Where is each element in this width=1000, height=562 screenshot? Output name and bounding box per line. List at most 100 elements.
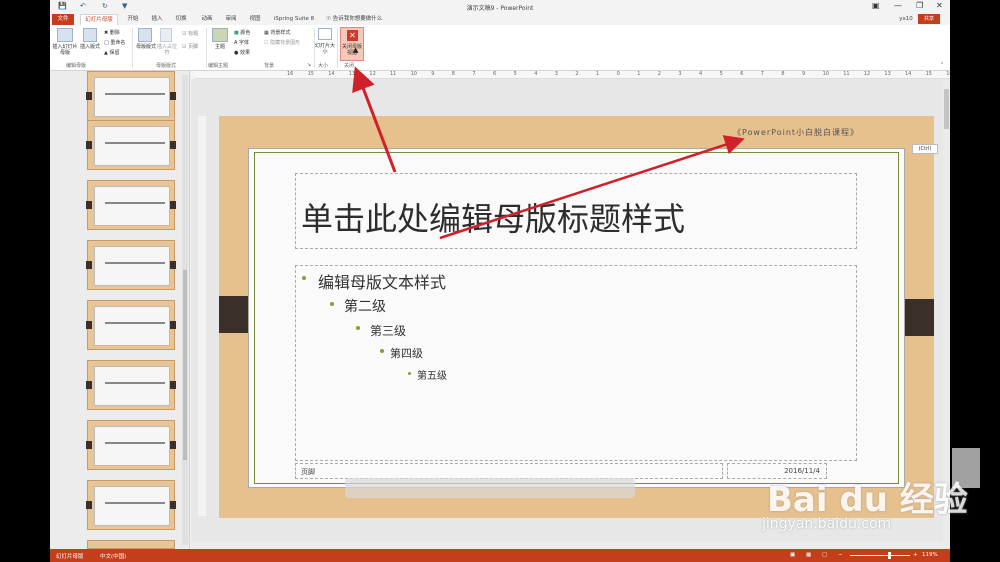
close-master-view-button[interactable]: ✕ 关闭母版视图 bbox=[340, 27, 364, 61]
insert-layout-button[interactable]: 插入版式 bbox=[79, 44, 101, 50]
tab-slide-master[interactable]: 幻灯片母版 bbox=[80, 14, 118, 25]
title-checkbox[interactable]: ☑ 标题 bbox=[182, 31, 198, 37]
ruler-tick-label: 7 bbox=[760, 71, 764, 77]
zoom-in-icon[interactable]: + bbox=[913, 552, 918, 558]
sorter-view-icon[interactable]: ▦ bbox=[806, 552, 811, 558]
ruler-tick-label: 5 bbox=[719, 71, 723, 77]
date-placeholder[interactable]: 2016/11/4 bbox=[727, 463, 827, 479]
thumbnail-line bbox=[105, 142, 165, 144]
tab-insert[interactable]: 插入 bbox=[146, 14, 168, 25]
collapse-ribbon-icon[interactable]: ⌃ bbox=[940, 62, 944, 68]
insert-layout-icon[interactable] bbox=[83, 28, 97, 42]
window-title: 演示文稿9 - PowerPoint bbox=[466, 5, 534, 12]
body-placeholder[interactable]: 编辑母版文本样式 第二级 第三级 第四级 第五级 bbox=[295, 265, 857, 461]
thumbnail-line bbox=[105, 93, 165, 95]
background-styles-label: 背景样式 bbox=[270, 30, 291, 36]
restore-icon[interactable]: ❐ bbox=[916, 1, 923, 10]
zoom-slider-thumb[interactable] bbox=[888, 552, 891, 559]
slide-watermark-text: 《PowerPoint小白脱白课程》 bbox=[733, 128, 860, 137]
themes-icon[interactable] bbox=[212, 28, 228, 42]
footer-checkbox[interactable]: ☑ 页脚 bbox=[182, 44, 198, 50]
insert-master-button[interactable]: 插入幻灯片母版 bbox=[52, 44, 78, 56]
status-language[interactable]: 中文(中国) bbox=[100, 552, 126, 560]
ruler-tick-label: 11 bbox=[843, 71, 850, 77]
scrollbar-thumb[interactable] bbox=[183, 270, 187, 460]
reading-view-icon[interactable]: ▢ bbox=[822, 552, 827, 558]
group-edit-theme: 编辑主题 bbox=[208, 63, 229, 69]
title-checkbox-label: 标题 bbox=[188, 31, 199, 37]
dialog-launcher-icon[interactable]: ↘ bbox=[307, 62, 311, 68]
paste-options-badge[interactable]: (Ctrl) bbox=[912, 144, 938, 154]
thumbnail-line bbox=[105, 502, 165, 504]
body-level-2[interactable]: 第二级 bbox=[344, 296, 386, 316]
slide-thumbnail[interactable] bbox=[86, 120, 176, 170]
tab-file[interactable]: 文件 bbox=[52, 14, 74, 25]
horizontal-scrollbar[interactable] bbox=[191, 541, 945, 549]
slide-size-icon[interactable] bbox=[318, 28, 332, 40]
close-icon[interactable]: ✕ bbox=[936, 1, 943, 10]
thumbnail-content bbox=[94, 366, 170, 406]
slide-thumbnail[interactable] bbox=[86, 180, 176, 230]
tab-review[interactable]: 审阅 bbox=[220, 14, 242, 25]
tab-view[interactable]: 视图 bbox=[244, 14, 266, 25]
preserve-button[interactable]: ▲ 保留 bbox=[104, 50, 119, 56]
group-size: 大小 bbox=[318, 63, 329, 69]
tab-animations[interactable]: 动画 bbox=[196, 14, 218, 25]
user-name[interactable]: yx10 bbox=[896, 14, 916, 25]
status-bar: 幻灯片母版 中文(中国) ▣ ▦ ▢ − + 119% bbox=[50, 549, 950, 562]
slide-thumbnail[interactable] bbox=[87, 540, 175, 549]
slide-thumbnail[interactable] bbox=[86, 480, 176, 530]
slide-thumbnail[interactable] bbox=[86, 300, 176, 350]
slide-thumbnail[interactable] bbox=[86, 360, 176, 410]
insert-placeholder-icon[interactable] bbox=[160, 28, 172, 42]
group-master-layout: 母版版式 bbox=[156, 63, 177, 69]
scrollbar-thumb[interactable] bbox=[944, 89, 949, 129]
ruler-tick-label: 11 bbox=[390, 71, 397, 77]
ribbon-tabs: 文件 幻灯片母版 开始 插入 切换 动画 审阅 视图 iSpring Suite… bbox=[50, 13, 950, 25]
rename-button[interactable]: □ 重命名 bbox=[104, 40, 125, 46]
zoom-slider[interactable] bbox=[850, 555, 910, 556]
slide-thumbnail[interactable] bbox=[86, 240, 176, 290]
body-level-4[interactable]: 第四级 bbox=[390, 345, 423, 361]
ruler-tick-label: 3 bbox=[554, 71, 558, 77]
tab-home[interactable]: 开始 bbox=[122, 14, 144, 25]
ruler-tick-label: 5 bbox=[513, 71, 517, 77]
vertical-scrollbar[interactable] bbox=[943, 79, 950, 549]
effects-button[interactable]: ● 效果 bbox=[234, 50, 250, 56]
group-background: 背景 bbox=[264, 63, 275, 69]
background-styles-button[interactable]: ▦ 背景样式 bbox=[264, 30, 290, 36]
bullet-icon bbox=[330, 302, 334, 306]
body-level-5[interactable]: 第五级 bbox=[417, 367, 447, 382]
zoom-level[interactable]: 119% bbox=[922, 552, 938, 558]
tell-me-search[interactable]: ☉ 告诉我你想要做什么 bbox=[326, 14, 396, 25]
ribbon-options-icon[interactable]: ▣ bbox=[872, 1, 880, 10]
ribbon-separator bbox=[206, 28, 207, 68]
ruler-tick-label: 6 bbox=[740, 71, 744, 77]
master-layout-button[interactable]: 母版版式 bbox=[136, 44, 156, 50]
body-level-1[interactable]: 编辑母版文本样式 bbox=[318, 269, 446, 293]
footer-placeholder[interactable]: 页脚 bbox=[295, 463, 723, 479]
insert-placeholder-button[interactable]: 插入占位符 bbox=[156, 44, 178, 56]
normal-view-icon[interactable]: ▣ bbox=[790, 552, 795, 558]
themes-button[interactable]: 主题 bbox=[212, 44, 228, 50]
minimize-icon[interactable]: — bbox=[894, 1, 902, 10]
share-button[interactable]: 共享 bbox=[918, 14, 940, 24]
insert-master-icon[interactable] bbox=[57, 28, 73, 42]
title-placeholder-text[interactable]: 单击此处编辑母版标题样式 bbox=[301, 194, 685, 240]
hide-bg-checkbox[interactable]: ☐ 隐藏背景图形 bbox=[264, 40, 300, 46]
title-placeholder[interactable]: 单击此处编辑母版标题样式 bbox=[295, 173, 857, 249]
tab-transitions[interactable]: 切换 bbox=[170, 14, 192, 25]
slide-size-button[interactable]: 幻灯片大小 bbox=[314, 43, 336, 55]
slide-thumbnail[interactable] bbox=[86, 71, 176, 121]
thumbnail-scrollbar[interactable] bbox=[182, 75, 188, 545]
zoom-out-icon[interactable]: − bbox=[838, 552, 843, 558]
master-layout-icon[interactable] bbox=[138, 28, 152, 42]
delete-button[interactable]: ✖ 删除 bbox=[104, 30, 120, 36]
body-level-3[interactable]: 第三级 bbox=[370, 322, 406, 339]
slide-thumbnail[interactable] bbox=[86, 420, 176, 470]
ruler-tick-label: 7 bbox=[472, 71, 476, 77]
tab-ispring[interactable]: iSpring Suite 8 bbox=[270, 14, 318, 25]
ruler-tick-label: 9 bbox=[802, 71, 806, 77]
colors-button[interactable]: ■ 颜色 bbox=[234, 30, 250, 36]
fonts-button[interactable]: A 字体 bbox=[234, 40, 249, 46]
